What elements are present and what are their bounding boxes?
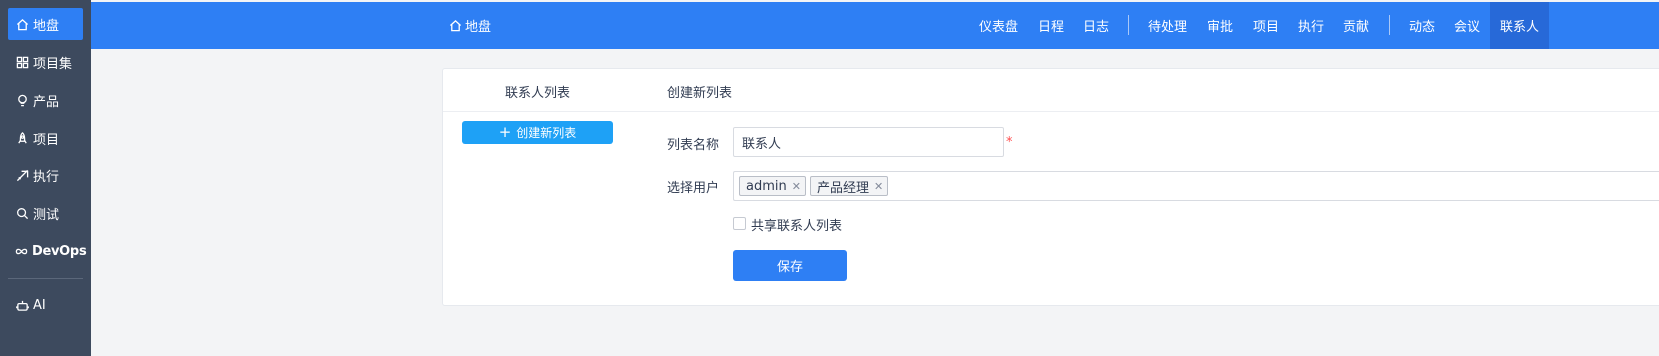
lightbulb-icon: [15, 93, 29, 107]
user-tag-label: admin: [746, 178, 787, 194]
header-home-link[interactable]: 地盘: [449, 2, 491, 49]
home-icon: [449, 19, 462, 32]
nav-approval[interactable]: 审批: [1207, 2, 1233, 49]
list-name-input[interactable]: [733, 127, 1004, 157]
nav-separator: [1128, 15, 1129, 35]
sidebar-item-label: 地盘: [33, 18, 60, 34]
remove-tag-icon[interactable]: ✕: [792, 180, 801, 193]
nav-contacts[interactable]: 联系人: [1490, 2, 1550, 49]
create-list-button-label: 创建新列表: [516, 126, 577, 140]
select-users-label: 选择用户: [667, 181, 720, 196]
home-icon: [15, 17, 29, 31]
sidebar-item-label: 产品: [33, 94, 60, 110]
user-picker[interactable]: admin ✕ 产品经理 ✕: [733, 171, 1659, 201]
rocket-icon: [15, 131, 29, 145]
sidebar-item-home[interactable]: 地盘: [8, 8, 83, 40]
sidebar-item-project[interactable]: 项目: [8, 122, 83, 154]
sidebar-item-test[interactable]: 测试: [8, 197, 83, 229]
nav-dashboard[interactable]: 仪表盘: [979, 2, 1018, 49]
search-bug-icon: [15, 206, 29, 220]
create-list-button[interactable]: + 创建新列表: [462, 121, 613, 144]
sidebar-item-label: 项目: [33, 132, 60, 148]
contacts-panel: 联系人列表 创建新列表 + 创建新列表 列表名称 * 选择用户 admin ✕ …: [442, 68, 1659, 306]
sidebar-item-label: DevOps: [32, 243, 87, 259]
contact-list-title: 联系人列表: [505, 86, 571, 101]
sidebar-item-label: AI: [33, 297, 46, 313]
required-mark: *: [1006, 135, 1013, 150]
user-tag: 产品经理 ✕: [809, 176, 889, 196]
user-tag: admin ✕: [739, 176, 806, 196]
robot-icon: [15, 298, 29, 312]
list-name-label: 列表名称: [667, 138, 720, 153]
sidebar-divider: [8, 278, 83, 279]
nav-contribution[interactable]: 贡献: [1343, 2, 1369, 49]
sidebar-item-label: 测试: [33, 207, 60, 223]
nav-todo[interactable]: 待处理: [1148, 2, 1187, 49]
nav-project[interactable]: 项目: [1253, 2, 1279, 49]
sidebar-item-execution[interactable]: 执行: [8, 159, 83, 191]
sidebar-item-label: 执行: [33, 169, 60, 185]
create-list-title: 创建新列表: [667, 86, 733, 101]
send-icon: [15, 168, 29, 182]
infinity-icon: [15, 244, 28, 258]
grid-icon: [15, 55, 29, 69]
sidebar: 地盘 项目集 产品 项目 执行 测试 DevOps AI: [0, 0, 91, 356]
top-header: 地盘 仪表盘 日程 日志 待处理 审批 项目 执行 贡献 动态 会议 联系人: [91, 2, 1659, 49]
sidebar-item-product[interactable]: 产品: [8, 84, 83, 116]
remove-tag-icon[interactable]: ✕: [874, 180, 883, 193]
nav-meeting[interactable]: 会议: [1454, 2, 1480, 49]
share-list-label[interactable]: 共享联系人列表: [751, 215, 842, 234]
nav-log[interactable]: 日志: [1083, 2, 1109, 49]
nav-calendar[interactable]: 日程: [1038, 2, 1064, 49]
user-tag-label: 产品经理: [816, 180, 869, 196]
sidebar-item-program[interactable]: 项目集: [8, 46, 83, 78]
nav-execution[interactable]: 执行: [1298, 2, 1324, 49]
plus-icon: +: [498, 123, 512, 141]
header-home-label: 地盘: [465, 20, 492, 35]
nav-dynamic[interactable]: 动态: [1409, 2, 1435, 49]
sidebar-item-devops[interactable]: DevOps: [8, 235, 87, 267]
save-button[interactable]: 保存: [733, 250, 847, 281]
sidebar-item-label: 项目集: [33, 56, 73, 72]
sidebar-item-ai[interactable]: AI: [8, 289, 83, 321]
nav-separator: [1389, 15, 1390, 35]
share-list-checkbox[interactable]: [733, 217, 746, 230]
panel-divider: [443, 111, 1659, 112]
